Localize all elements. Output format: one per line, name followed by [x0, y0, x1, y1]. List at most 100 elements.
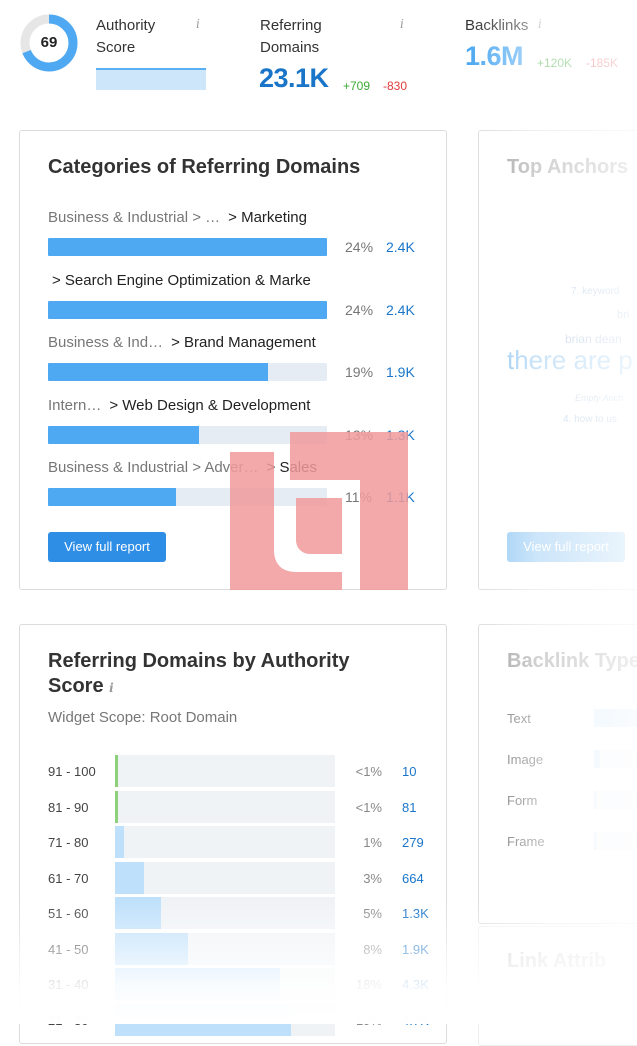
categories-view-report-button[interactable]: View full report: [48, 532, 166, 562]
authority-bar-track[interactable]: [115, 861, 335, 894]
anchor-word[interactable]: Empty Anch: [575, 393, 623, 403]
anchors-view-report-button[interactable]: View full report: [507, 532, 625, 562]
category-label[interactable]: Business & Industrial > … > Marketing: [48, 209, 307, 226]
authority-score-value: 69: [40, 34, 58, 51]
backlinks-delta-negative: -185K: [586, 56, 619, 70]
category-percent: 24%: [345, 301, 374, 318]
authority-bar-track[interactable]: [115, 826, 335, 858]
authority-count[interactable]: 81: [402, 800, 416, 815]
authority-percent: 18%: [355, 977, 382, 992]
category-count[interactable]: 1.9K: [386, 364, 415, 380]
authority-range-label: 41 - 50: [48, 941, 89, 957]
link-attributes-title: Link Attrib: [507, 950, 607, 972]
categories-card: Categories of Referring Domains Business…: [19, 130, 447, 590]
category-leaf: > Marketing: [228, 209, 307, 226]
authority-count[interactable]: 1.3K: [402, 906, 429, 921]
backlinks-value[interactable]: 1.6M: [465, 41, 524, 72]
referring-domains-value[interactable]: 23.1K: [259, 63, 329, 94]
authority-bar-fill: [115, 968, 280, 1000]
authority-bar-fill: [115, 755, 118, 787]
link-attributes-card: Link Attrib: [478, 926, 637, 1046]
category-count[interactable]: 2.4K: [386, 239, 415, 255]
category-label[interactable]: Intern… > Web Design & Development: [48, 397, 310, 414]
category-leaf: > Brand Management: [171, 334, 316, 351]
category-label[interactable]: Business & Ind… > Brand Management: [48, 334, 316, 351]
backlink-type-title: Backlink Type: [507, 650, 637, 672]
top-anchors-card: Top Anchors 7. keyword bri brian dean th…: [478, 130, 637, 590]
top-anchors-title: Top Anchors: [507, 156, 629, 178]
category-leaf: > Search Engine Optimization & Marke: [52, 271, 311, 289]
category-bar-track: [48, 300, 327, 319]
authority-bar-track[interactable]: [115, 897, 335, 929]
anchor-word[interactable]: bri: [617, 309, 629, 321]
authority-bar-fill: [115, 1003, 291, 1036]
category-prefix: Business & Industrial > …: [48, 209, 221, 226]
backlink-type-bar-track: [594, 709, 637, 727]
category-prefix: Business & Ind…: [48, 334, 164, 351]
authority-dist-info-icon[interactable]: i: [109, 681, 114, 695]
category-prefix: Intern…: [48, 396, 102, 414]
category-percent: 24%: [345, 239, 374, 255]
category-prefix: Business & Industrial > Adver…: [48, 459, 259, 476]
category-bar-fill: [48, 300, 327, 319]
referring-delta-negative: -830: [383, 79, 408, 93]
authority-info-icon[interactable]: i: [196, 17, 200, 31]
referring-delta-positive: +709: [343, 79, 371, 93]
authority-range-label: 31 - 40: [48, 977, 89, 992]
authority-bar-track[interactable]: [115, 1003, 335, 1036]
authority-count[interactable]: 279: [402, 835, 424, 850]
authority-distribution-card: Referring Domains by Authority Score i W…: [19, 624, 447, 1044]
backlinks-info-icon[interactable]: i: [538, 17, 542, 31]
authority-percent: <1%: [355, 764, 382, 779]
authority-range-label: 61 - 70: [48, 870, 89, 886]
category-count[interactable]: 1.1K: [386, 489, 415, 505]
authority-percent: 19%: [355, 1012, 382, 1028]
category-percent: 19%: [345, 364, 374, 380]
backlink-type-card: Backlink Type Text Image Form Frame: [478, 624, 637, 924]
backlink-type-bar-track: [594, 791, 637, 809]
backlink-type-bar-fill: [594, 791, 596, 809]
backlink-type-bar-fill: [594, 832, 596, 850]
backlink-type-label: Text: [507, 711, 531, 726]
authority-range-label: 51 - 60: [48, 906, 89, 921]
authority-count[interactable]: 664: [402, 871, 424, 886]
authority-bar-track[interactable]: [115, 932, 335, 965]
authority-bar-fill: [115, 897, 162, 929]
authority-range-label: 71 - 80: [48, 835, 89, 850]
category-percent: 13%: [345, 426, 374, 443]
authority-bar-track[interactable]: [115, 790, 335, 823]
category-bar-track: [48, 238, 327, 256]
authority-bar-track[interactable]: [115, 968, 335, 1000]
anchor-word[interactable]: brian dean: [565, 332, 622, 346]
category-bar-fill: [48, 488, 177, 506]
authority-percent: 1%: [363, 835, 382, 850]
category-bar-fill: [48, 425, 199, 444]
category-label[interactable]: > Search Engine Optimization & Marke: [48, 272, 311, 289]
anchor-word[interactable]: 7. keyword: [571, 286, 619, 297]
anchor-word[interactable]: 4. how to us: [563, 414, 617, 425]
backlink-type-label: Frame: [507, 834, 545, 849]
category-leaf: > Web Design & Development: [109, 396, 311, 414]
backlinks-delta-positive: +120K: [537, 56, 573, 70]
anchor-word[interactable]: there are p: [507, 345, 633, 376]
authority-count[interactable]: 10: [402, 764, 416, 779]
referring-info-icon[interactable]: i: [400, 17, 404, 31]
authority-count[interactable]: 1.9K: [402, 942, 429, 957]
category-percent: 11%: [345, 489, 372, 505]
category-count[interactable]: 2.4K: [386, 302, 415, 318]
category-label[interactable]: Business & Industrial > Adver… > Sales: [48, 459, 317, 476]
backlink-type-bar-fill: [594, 709, 637, 727]
authority-range-label: 91 - 100: [48, 764, 96, 779]
category-bar-fill: [48, 363, 269, 381]
authority-count[interactable]: 4.3K: [402, 977, 429, 992]
category-count[interactable]: 1.3K: [386, 427, 415, 443]
authority-count[interactable]: 4.7K: [402, 1013, 429, 1028]
category-bar-track: [48, 425, 327, 444]
authority-range-label: 21 - 30: [48, 1012, 89, 1028]
backlink-type-label: Image: [507, 752, 544, 767]
referring-domains-label: Referring Domains: [260, 17, 322, 56]
authority-bar-track[interactable]: [115, 755, 335, 787]
authority-sparkline: [96, 68, 206, 90]
backlink-type-bar-track: [594, 832, 637, 850]
category-bar-fill: [48, 238, 327, 256]
